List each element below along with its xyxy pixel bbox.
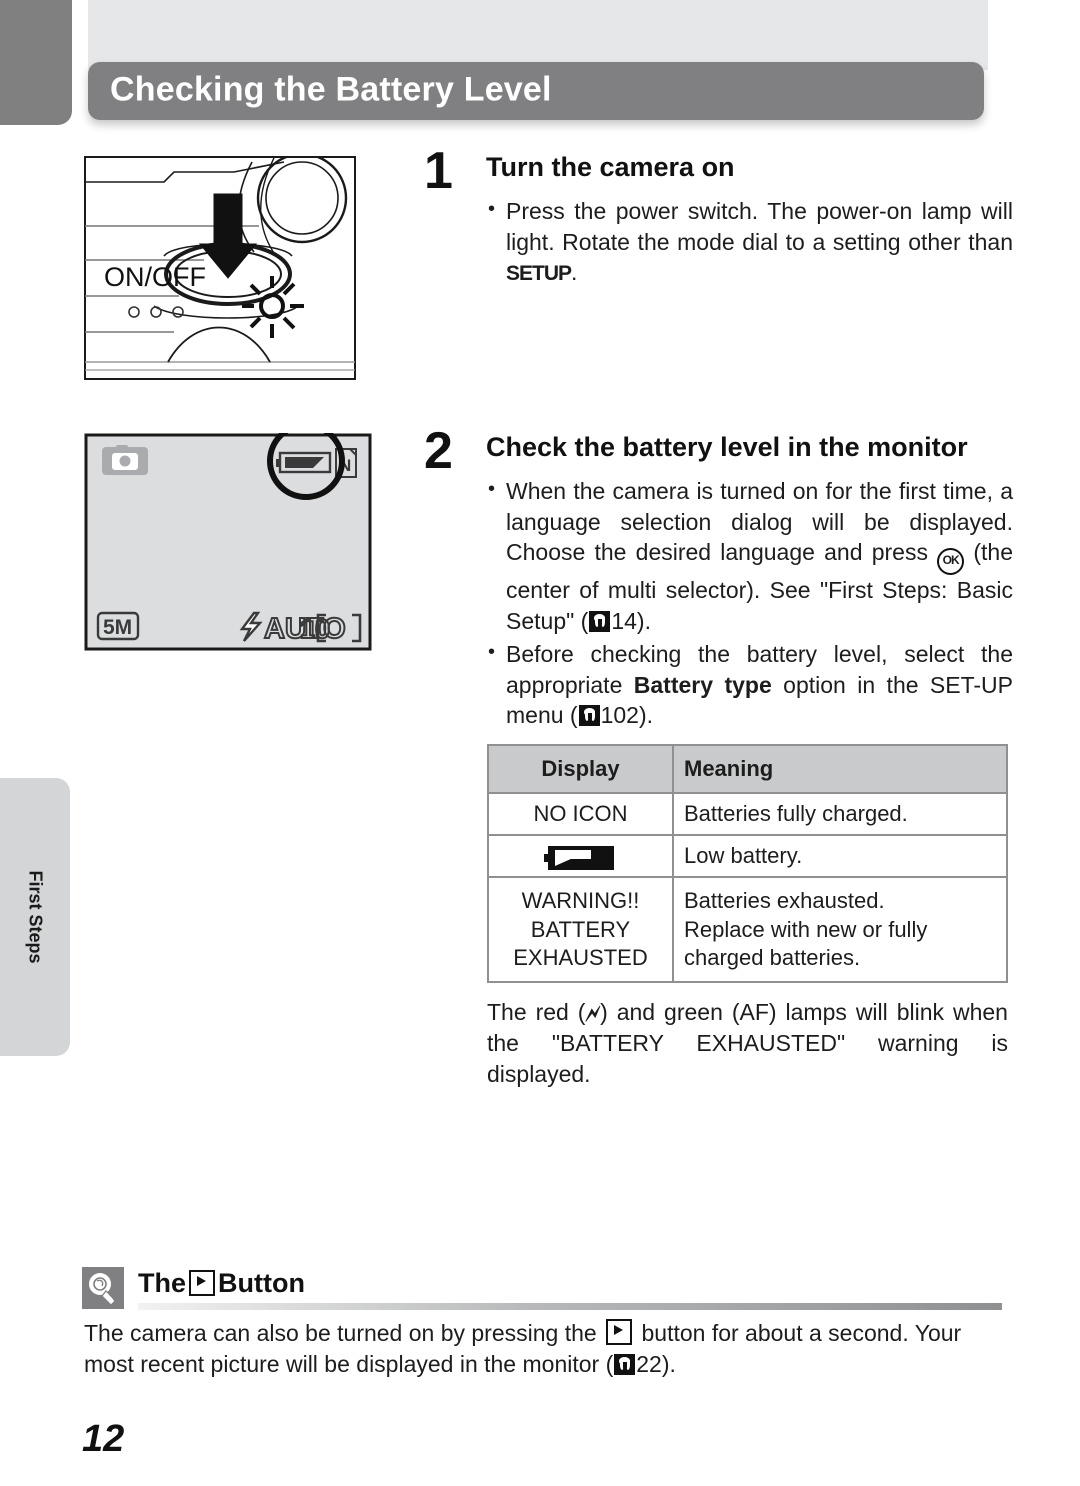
page-reference-icon [614,1354,636,1376]
step-2-bullet-2-refpage: 102 [600,702,639,729]
tip-body-part1: The camera can also be turned on by pres… [84,1320,604,1346]
table-cell-meaning: Batteries exhausted. Replace with new or… [672,876,1008,983]
battery-warning-note: The red (🗲) and green (AF) lamps will bl… [487,997,1008,1089]
table-cell-display [487,834,674,879]
battery-type-option-label: Battery type [633,671,772,698]
step-1-bullet-1-text: Press the power switch. The power-on lam… [506,198,1013,255]
step-2-number: 2 [424,422,453,480]
playback-button-icon [606,1319,633,1345]
tip-lightbulb-icon [82,1267,124,1309]
page-number: 12 [82,1418,125,1460]
step-1-bullet-1-suffix: . [571,259,578,286]
table-row: NO ICON Batteries fully charged. [487,792,1008,837]
table-cell-meaning: Low battery. [672,834,1008,879]
section-side-tab: First Steps [0,778,70,1056]
step-2-bullet-2: Before checking the battery level, selec… [486,639,1013,731]
page-title: Checking the Battery Level [110,70,552,109]
svg-text:10: 10 [300,614,330,644]
table-header-row: Display Meaning [487,743,1008,795]
table-header-display: Display [487,743,674,795]
page-title-banner: Checking the Battery Level [88,62,984,120]
playback-button-icon [189,1270,216,1296]
tip-heading: The Button [138,1268,305,1299]
tip-divider [138,1303,1002,1310]
step-2-bullet-1-refpage: 14 [611,607,637,634]
table-cell-meaning: Batteries fully charged. [672,792,1008,837]
tip-body-text: The camera can also be turned on by pres… [84,1318,1002,1380]
step-2-bullet-1: When the camera is turned on for the fir… [486,476,1013,636]
battery-level-table: Display Meaning NO ICON Batteries fully … [487,743,1008,983]
step-2-bullet-1-part1: When the camera is turned on for the fir… [506,478,1013,566]
tip-body-part3: ). [661,1351,676,1378]
top-band-decoration [88,0,988,70]
svg-text:5M: 5M [103,616,132,639]
step-1-body: Press the power switch. The power-on lam… [486,196,1013,291]
tip-heading-before: The [138,1268,187,1298]
ok-button-icon: OK [937,548,965,576]
camera-monitor-illustration: N 5M AUTO 10 [84,422,372,651]
page-reference-icon [589,610,611,632]
tip-heading-after: Button [218,1268,305,1298]
step-2-bullet-1-part3: ). [636,607,651,634]
camera-top-view-illustration: ON/OFF [84,152,356,380]
table-cell-display: WARNING!! BATTERY EXHAUSTED [487,876,674,983]
step-2-heading: Check the battery level in the monitor [486,432,968,462]
svg-text:ON/OFF: ON/OFF [104,262,206,292]
battery-warning-note-part1: The red ( [487,999,586,1025]
step-2-bullet-2-part3: ). [638,702,654,729]
tip-body-refpage: 22 [636,1351,662,1378]
setup-mode-label: SETUP [506,262,572,286]
step-1-bullet-1: Press the power switch. The power-on lam… [486,196,1013,288]
table-row: WARNING!! BATTERY EXHAUSTED Batteries ex… [487,876,1008,983]
step-2-body: When the camera is turned on for the fir… [486,476,1013,734]
section-side-tab-label: First Steps [25,870,46,964]
flash-lamp-icon: 🗲 [585,1001,601,1026]
table-cell-display: NO ICON [487,792,674,837]
page-reference-icon [578,705,600,727]
low-battery-icon [543,845,614,870]
step-1-number: 1 [424,142,453,200]
step-1-heading: Turn the camera on [486,152,735,182]
corner-tab-decoration [0,0,72,125]
table-header-meaning: Meaning [672,743,1008,795]
table-row: Low battery. [487,834,1008,879]
